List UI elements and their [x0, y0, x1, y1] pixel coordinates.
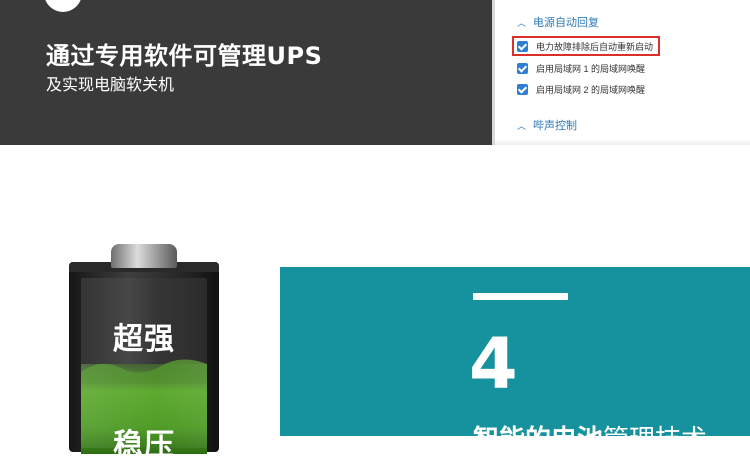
battery-terminal [111, 244, 177, 268]
option-label: 电力故障排除后自动重新启动 [536, 42, 654, 52]
settings-panel-screenshot: ︿ 电源自动回复 电力故障排除后自动重新启动 启用局域网 1 的局域网唤醒 启用… [492, 0, 750, 145]
feature-card: 4 智能的电池管理技术 [280, 267, 750, 455]
feature-number: 4 [469, 323, 518, 405]
section-buzzer[interactable]: ︿ 哔声控制 [517, 117, 577, 133]
battery-label-bottom: 稳压 [113, 428, 175, 463]
section-power-label: 电源自动回复 [533, 17, 599, 29]
feature-title-thin: 管理技术 [603, 425, 708, 455]
section-power-restore[interactable]: ︿ 电源自动回复 [517, 14, 599, 30]
step-badge-icon [44, 0, 82, 12]
option-label: 启用局域网 2 的局域网唤醒 [536, 85, 646, 95]
headline: 通过专用软件可管理UPS [46, 42, 323, 70]
panel-fade [495, 139, 750, 145]
chevron-up-icon: ︿ [517, 120, 527, 131]
battery-label-top: 超强 [113, 322, 175, 357]
option-label: 启用局域网 1 的局域网唤醒 [536, 64, 646, 74]
option-wol-lan2[interactable]: 启用局域网 2 的局域网唤醒 [517, 83, 645, 96]
subheadline: 及实现电脑软关机 [46, 75, 175, 94]
chevron-up-icon: ︿ [517, 17, 527, 28]
feature-title: 智能的电池管理技术 [473, 419, 707, 456]
battery-illustration: 超强 稳压 [69, 244, 219, 463]
checkbox-checked-icon[interactable] [517, 63, 528, 74]
option-auto-restart[interactable]: 电力故障排除后自动重新启动 [517, 40, 653, 53]
feature-title-bold: 智能的电池 [473, 425, 604, 455]
checkbox-checked-icon[interactable] [517, 84, 528, 95]
feature-divider [473, 293, 568, 300]
option-wol-lan1[interactable]: 启用局域网 1 的局域网唤醒 [517, 62, 645, 75]
section-buzzer-label: 哔声控制 [533, 120, 577, 132]
checkbox-checked-icon[interactable] [517, 41, 528, 52]
